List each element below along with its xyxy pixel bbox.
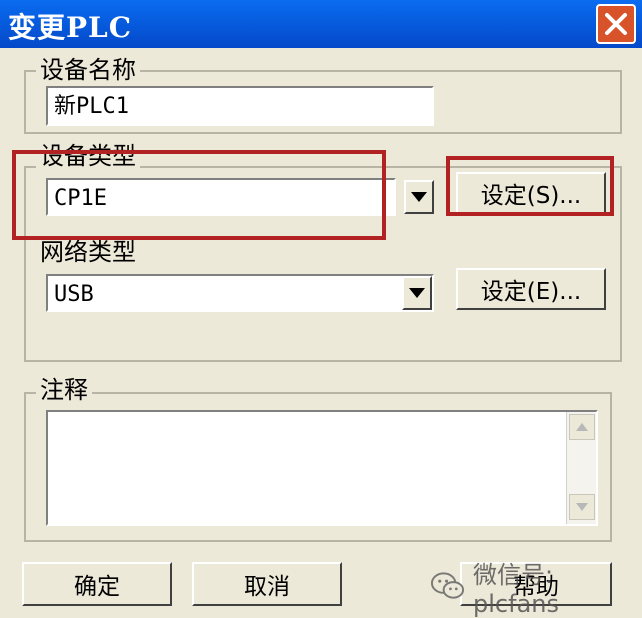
close-icon — [605, 13, 627, 35]
network-type-dropdown-button[interactable] — [402, 276, 432, 310]
comment-textarea[interactable] — [46, 410, 598, 526]
chevron-down-icon — [411, 192, 427, 202]
title-bar[interactable]: 变更PLC — [0, 0, 642, 48]
watermark-text: 微信号: plcfans — [473, 560, 559, 618]
cancel-button[interactable]: 取消 — [192, 562, 342, 606]
scroll-down-button[interactable] — [569, 494, 595, 520]
settings-button-highlight — [446, 156, 614, 216]
scroll-up-button[interactable] — [569, 414, 595, 440]
chevron-down-icon — [409, 288, 425, 298]
wechat-icon — [430, 572, 465, 599]
watermark: 微信号: plcfans — [430, 561, 642, 618]
scroll-down-arrow-icon — [576, 503, 588, 511]
network-type-legend: 网络类型 — [36, 238, 140, 266]
change-plc-dialog: 变更PLC 设备名称 新PLC1 设备类型 CP1E 设定(S)... 网络类型… — [0, 0, 642, 618]
close-button[interactable] — [596, 4, 636, 44]
scroll-up-arrow-icon — [576, 423, 588, 431]
network-type-select[interactable]: USB — [46, 274, 434, 312]
device-name-legend: 设备名称 — [36, 56, 140, 84]
comment-legend: 注释 — [36, 376, 92, 404]
ok-button[interactable]: 确定 — [22, 562, 172, 606]
device-type-dropdown-button[interactable] — [404, 180, 434, 214]
network-type-settings-button[interactable]: 设定(E)... — [456, 268, 606, 310]
comment-scrollbar[interactable] — [566, 412, 596, 524]
window-title: 变更PLC — [8, 11, 133, 44]
device-name-field[interactable]: 新PLC1 — [46, 86, 434, 126]
device-type-highlight — [12, 150, 386, 240]
